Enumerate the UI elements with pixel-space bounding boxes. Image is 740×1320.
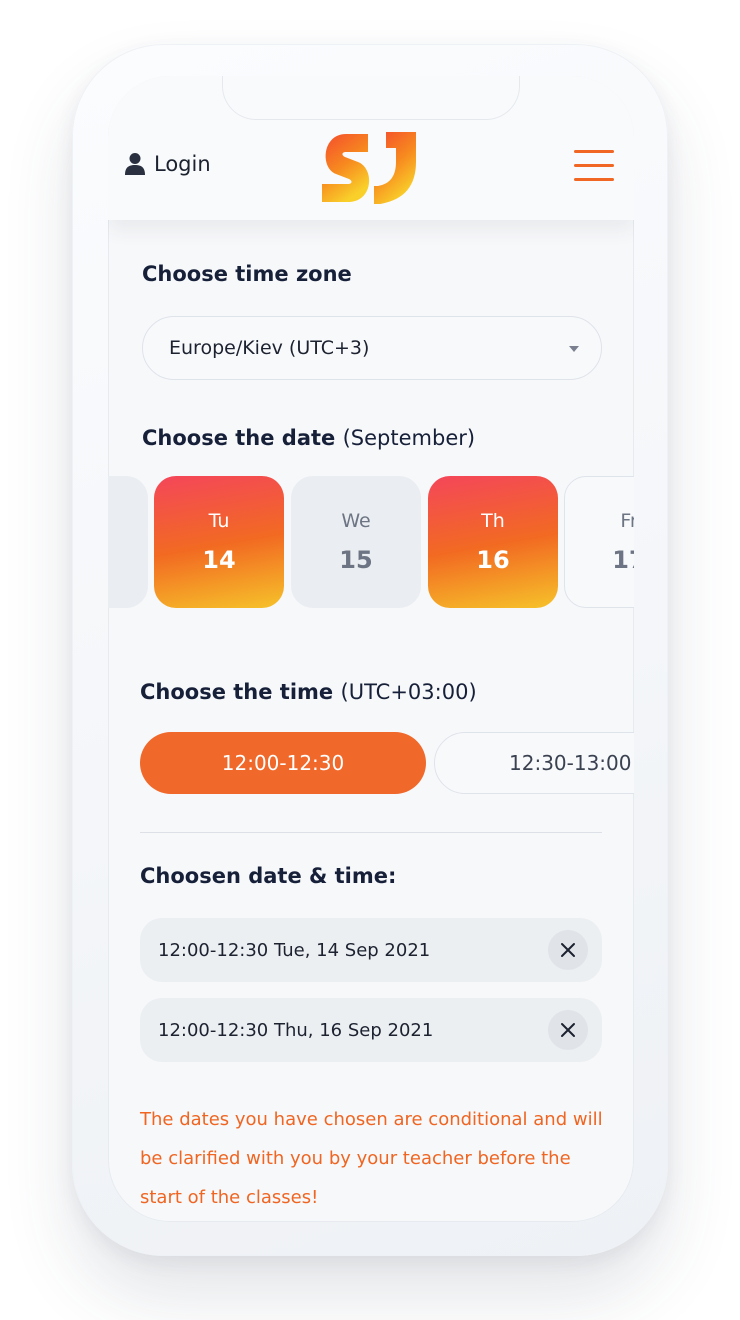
day-number: 14: [202, 546, 236, 574]
login-label: Login: [154, 152, 211, 176]
day-card[interactable]: Fr 17: [564, 476, 634, 608]
day-card[interactable]: Tu 14: [154, 476, 284, 608]
close-icon: [561, 1023, 575, 1037]
remove-button[interactable]: [548, 1010, 588, 1050]
day-name: Tu: [208, 510, 230, 532]
chosen-item: 12:00-12:30 Tue, 14 Sep 2021: [140, 918, 602, 982]
time-heading-tz: (UTC+03:00): [340, 680, 477, 704]
day-number: 17: [612, 546, 634, 574]
chosen-item-label: 12:00-12:30 Tue, 14 Sep 2021: [158, 939, 431, 961]
day-number: 15: [339, 546, 373, 574]
day-name: Fr: [620, 510, 634, 532]
day-card-partial[interactable]: [108, 476, 148, 608]
app-header: Login SJ: [108, 76, 634, 220]
divider: [140, 832, 602, 833]
time-slot-button[interactable]: 12:30-13:00: [434, 732, 634, 794]
chosen-item-label: 12:00-12:30 Thu, 16 Sep 2021: [158, 1019, 434, 1041]
chosen-item: 12:00-12:30 Thu, 16 Sep 2021: [140, 998, 602, 1062]
time-heading: Choose the time (UTC+03:00): [140, 680, 477, 704]
sj-logo[interactable]: SJ: [316, 128, 422, 206]
day-number: 16: [476, 546, 510, 574]
user-icon: [125, 153, 145, 175]
day-name: We: [341, 510, 371, 532]
day-card[interactable]: We 15: [291, 476, 421, 608]
date-heading: Choose the date (September): [142, 426, 475, 450]
time-heading-text: Choose the time: [140, 680, 334, 704]
phone-notch: [222, 76, 520, 120]
day-name: Th: [481, 510, 505, 532]
day-card[interactable]: Th 16: [428, 476, 558, 608]
login-link[interactable]: Login: [124, 152, 211, 176]
chosen-heading: Choosen date & time:: [140, 864, 397, 888]
timezone-heading: Choose time zone: [142, 262, 352, 286]
date-heading-text: Choose the date: [142, 426, 336, 450]
remove-button[interactable]: [548, 930, 588, 970]
conditional-dates-note: The dates you have chosen are conditiona…: [140, 1109, 603, 1208]
timezone-selected-value: Europe/Kiev (UTC+3): [169, 337, 370, 359]
phone-screen: Login SJ Choose time zone Europe/Kiev (U…: [108, 76, 634, 1222]
timezone-select[interactable]: Europe/Kiev (UTC+3): [142, 316, 602, 380]
close-icon: [561, 943, 575, 957]
date-heading-month: (September): [342, 426, 476, 450]
hamburger-menu-icon[interactable]: [574, 150, 614, 182]
caret-down-icon: [569, 346, 579, 352]
time-slot-button[interactable]: 12:00-12:30: [140, 732, 426, 794]
